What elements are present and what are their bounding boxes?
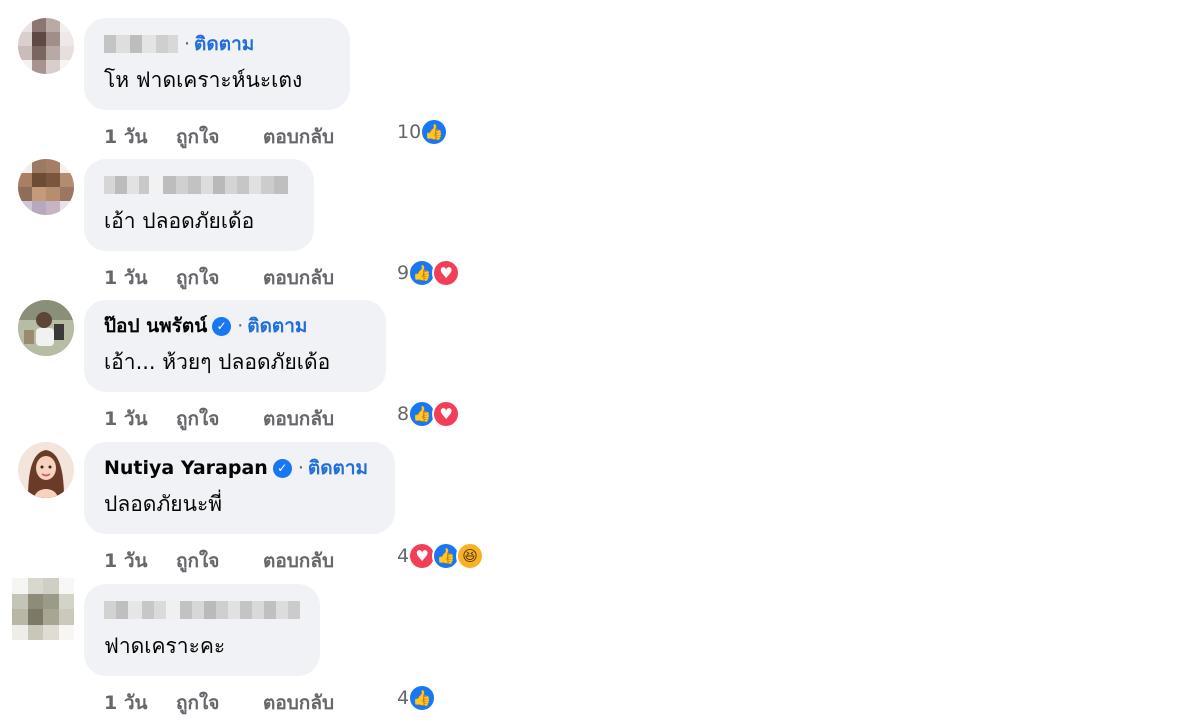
comment-text: โห ฟาดเคราะห์นะเตง bbox=[104, 68, 303, 92]
avatar[interactable] bbox=[12, 578, 74, 640]
avatar[interactable] bbox=[18, 18, 74, 74]
profile-photo bbox=[18, 442, 74, 498]
avatar[interactable] bbox=[18, 159, 74, 215]
author-name-blurred[interactable] bbox=[104, 176, 288, 194]
love-icon: ♥ bbox=[432, 259, 461, 287]
comment-item: Nutiya Yarapan ✓ · ติดตาม ปลอดภัยนะพี่ 1… bbox=[0, 442, 1200, 584]
comment-item: ป๊อป นพรัตน์ ✓ · ติดตาม เอ้า... ห้วยๆ ปล… bbox=[0, 300, 1200, 442]
comment-item: ฟาดเคราะคะ 1 วัน ถูกใจ ตอบกลับ 4 👍 bbox=[0, 578, 1200, 726]
verified-badge-icon: ✓ bbox=[272, 458, 292, 478]
comment-time[interactable]: 1 วัน bbox=[104, 688, 176, 718]
author-name-blurred[interactable] bbox=[104, 35, 178, 53]
like-button[interactable]: ถูกใจ bbox=[176, 263, 263, 293]
avatar[interactable] bbox=[18, 442, 74, 498]
comment-time[interactable]: 1 วัน bbox=[104, 404, 176, 434]
comment-bubble: · ติดตาม โห ฟาดเคราะห์นะเตง bbox=[84, 18, 350, 110]
comment-item: เอ้า ปลอดภัยเด้อ 1 วัน ถูกใจ ตอบกลับ 9 👍… bbox=[0, 159, 1200, 301]
comment-bubble: ฟาดเคราะคะ bbox=[84, 584, 320, 676]
comment-text: ฟาดเคราะคะ bbox=[104, 634, 226, 658]
like-button[interactable]: ถูกใจ bbox=[176, 546, 263, 576]
comment-text: ปลอดภัยนะพี่ bbox=[104, 492, 223, 516]
like-icon: 👍 bbox=[408, 684, 437, 712]
like-icon: 👍 bbox=[420, 118, 449, 146]
comment-time[interactable]: 1 วัน bbox=[104, 122, 176, 152]
reaction-count: 10 bbox=[397, 121, 422, 143]
like-button[interactable]: ถูกใจ bbox=[176, 688, 263, 718]
like-button[interactable]: ถูกใจ bbox=[176, 122, 263, 152]
haha-icon: 😆 bbox=[456, 542, 485, 570]
author-name-blurred[interactable] bbox=[104, 601, 300, 619]
follow-link[interactable]: ติดตาม bbox=[247, 311, 307, 341]
comment-time[interactable]: 1 วัน bbox=[104, 263, 176, 293]
reaction-summary[interactable]: 4 ♥ 👍 😆 bbox=[397, 542, 485, 570]
reply-button[interactable]: ตอบกลับ bbox=[263, 122, 334, 152]
reply-button[interactable]: ตอบกลับ bbox=[263, 688, 334, 718]
profile-photo bbox=[18, 300, 74, 356]
reply-button[interactable]: ตอบกลับ bbox=[263, 263, 334, 293]
comment-text: เอ้า... ห้วยๆ ปลอดภัยเด้อ bbox=[104, 350, 331, 374]
comment-item: · ติดตาม โห ฟาดเคราะห์นะเตง 1 วัน ถูกใจ … bbox=[0, 18, 1200, 160]
author-name[interactable]: ป๊อป นพรัตน์ bbox=[104, 311, 207, 341]
comment-bubble: เอ้า ปลอดภัยเด้อ bbox=[84, 159, 314, 251]
reaction-summary[interactable]: 9 👍 ♥ bbox=[397, 259, 461, 287]
reply-button[interactable]: ตอบกลับ bbox=[263, 546, 334, 576]
author-name[interactable]: Nutiya Yarapan bbox=[104, 457, 268, 479]
reaction-summary[interactable]: 10 👍 bbox=[397, 118, 449, 146]
like-button[interactable]: ถูกใจ bbox=[176, 404, 263, 434]
love-icon: ♥ bbox=[432, 400, 461, 428]
comment-bubble: ป๊อป นพรัตน์ ✓ · ติดตาม เอ้า... ห้วยๆ ปล… bbox=[84, 300, 386, 392]
verified-badge-icon: ✓ bbox=[212, 316, 232, 336]
follow-link[interactable]: ติดตาม bbox=[194, 29, 254, 59]
follow-link[interactable]: ติดตาม bbox=[308, 453, 368, 483]
reaction-summary[interactable]: 8 👍 ♥ bbox=[397, 400, 461, 428]
comment-text: เอ้า ปลอดภัยเด้อ bbox=[104, 209, 255, 233]
comment-bubble: Nutiya Yarapan ✓ · ติดตาม ปลอดภัยนะพี่ bbox=[84, 442, 395, 534]
comment-time[interactable]: 1 วัน bbox=[104, 546, 176, 576]
reply-button[interactable]: ตอบกลับ bbox=[263, 404, 334, 434]
avatar[interactable] bbox=[18, 300, 74, 356]
reaction-summary[interactable]: 4 👍 bbox=[397, 684, 437, 712]
